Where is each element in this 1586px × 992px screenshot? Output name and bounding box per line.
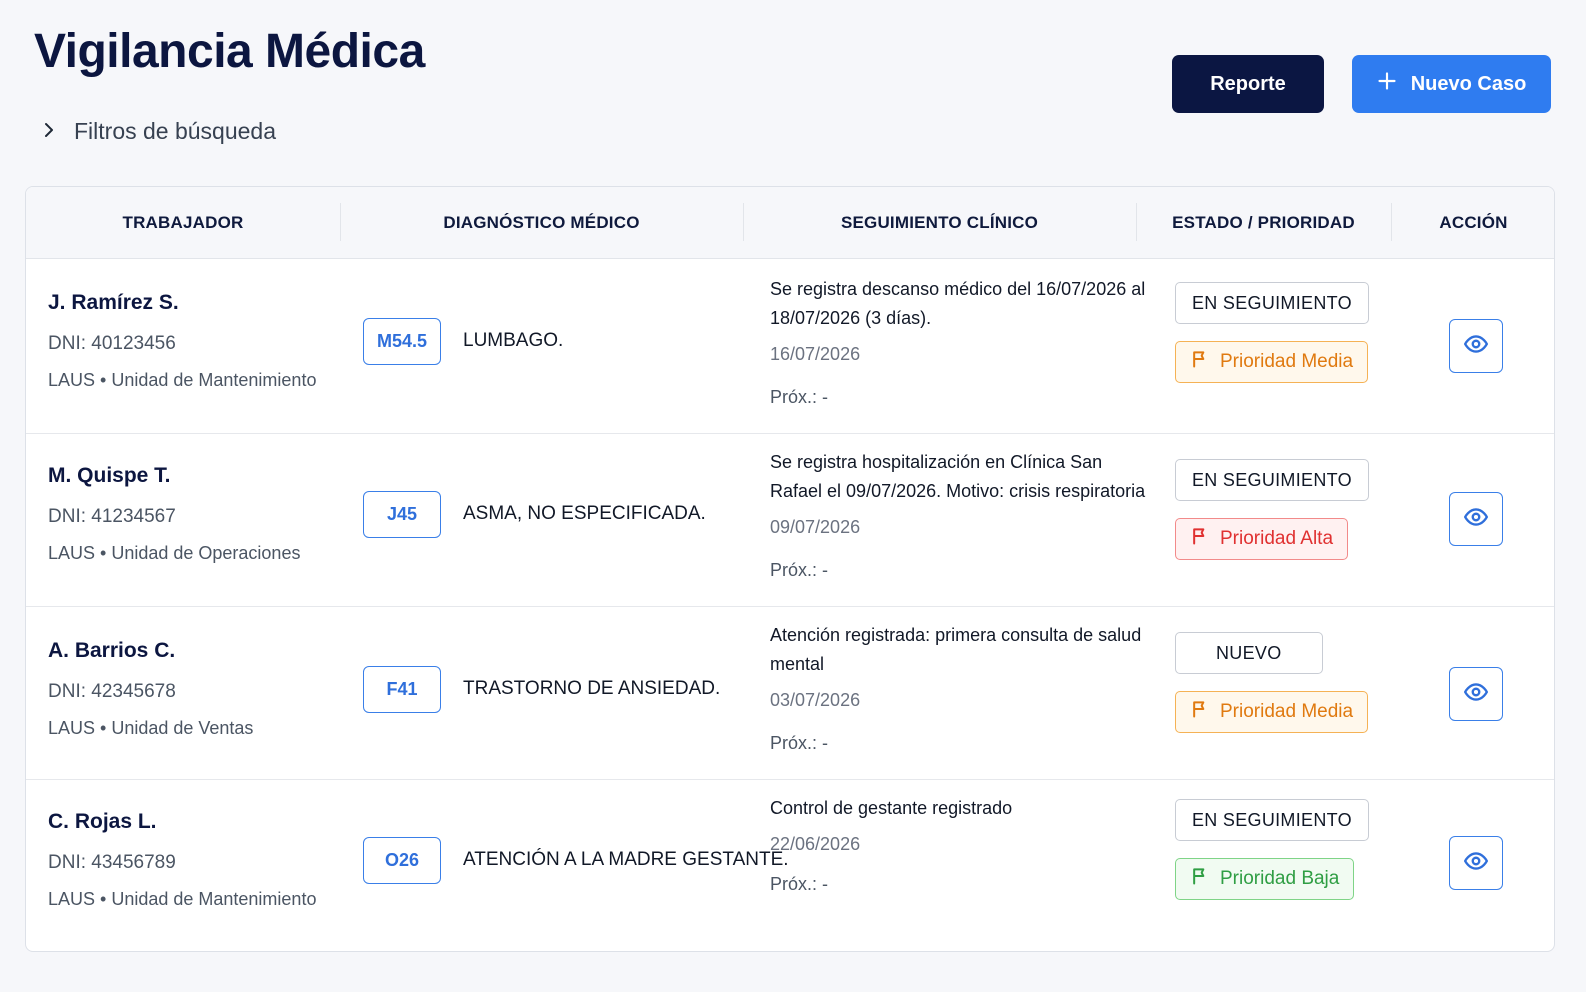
status-badge: EN SEGUIMIENTO: [1175, 459, 1369, 501]
table-header: TRABAJADOR DIAGNÓSTICO MÉDICO SEGUIMIENT…: [26, 187, 1554, 259]
flag-icon: [1190, 526, 1210, 552]
page: Vigilancia Médica Filtros de búsqueda Re…: [0, 0, 1586, 992]
table-row: J. Ramírez S. DNI: 40123456 LAUS • Unida…: [26, 259, 1554, 434]
diagnosis-text: ATENCIÓN A LA MADRE GESTANTE.: [463, 849, 789, 870]
worker-name: C. Rojas L.: [48, 810, 157, 833]
eye-icon: [1463, 679, 1489, 710]
worker-dni: DNI: 43456789: [48, 852, 176, 873]
view-case-button[interactable]: [1449, 667, 1503, 721]
worker-unit: LAUS • Unidad de Ventas: [48, 718, 254, 738]
diagnosis-text: LUMBAGO.: [463, 330, 564, 351]
flag-icon: [1190, 349, 1210, 375]
followup-date: 03/07/2026: [770, 690, 861, 710]
priority-badge: Prioridad Media: [1175, 341, 1369, 383]
eye-icon: [1463, 848, 1489, 879]
worker-name: M. Quispe T.: [48, 464, 171, 487]
status-badge: NUEVO: [1175, 632, 1323, 674]
priority-badge: Prioridad Baja: [1175, 858, 1355, 900]
followup-date: 16/07/2026: [770, 344, 861, 364]
worker-name: A. Barrios C.: [48, 639, 176, 662]
diagnosis-code-badge: O26: [363, 837, 441, 884]
eye-icon: [1463, 331, 1489, 362]
column-header-worker: TRABAJADOR: [122, 213, 244, 232]
diagnosis-code-badge: J45: [363, 491, 441, 538]
diagnosis-code-badge: M54.5: [363, 318, 441, 365]
followup-date: 09/07/2026: [770, 517, 861, 537]
followup-next: Próx.: -: [770, 874, 829, 894]
view-case-button[interactable]: [1449, 319, 1503, 373]
flag-icon: [1190, 699, 1210, 725]
status-badge: EN SEGUIMIENTO: [1175, 282, 1369, 324]
filters-label: Filtros de búsqueda: [74, 118, 277, 144]
cases-table: TRABAJADOR DIAGNÓSTICO MÉDICO SEGUIMIENT…: [25, 186, 1555, 952]
report-button-label: Reporte: [1210, 72, 1286, 95]
column-header-action: ACCIÓN: [1439, 213, 1508, 232]
table-row: A. Barrios C. DNI: 42345678 LAUS • Unida…: [26, 605, 1554, 780]
priority-badge: Prioridad Media: [1175, 691, 1369, 733]
report-button[interactable]: Reporte: [1172, 55, 1324, 113]
worker-name: J. Ramírez S.: [48, 291, 179, 314]
worker-dni: DNI: 40123456: [48, 333, 176, 354]
column-header-followup: SEGUIMIENTO CLÍNICO: [840, 213, 1039, 232]
followup-date: 22/06/2026: [770, 834, 861, 854]
priority-label: Prioridad Alta: [1220, 528, 1334, 549]
followup-text: Atención registrada: primera consulta de…: [770, 625, 1142, 674]
priority-label: Prioridad Baja: [1220, 868, 1340, 889]
followup-text: Control de gestante registrado: [770, 798, 1013, 818]
worker-dni: DNI: 42345678: [48, 681, 176, 702]
table-row: M. Quispe T. DNI: 41234567 LAUS • Unidad…: [26, 432, 1554, 607]
table-row: C. Rojas L. DNI: 43456789 LAUS • Unidad …: [26, 778, 1554, 951]
priority-label: Prioridad Media: [1220, 351, 1354, 372]
worker-unit: LAUS • Unidad de Operaciones: [48, 543, 301, 563]
followup-text: Se registra hospitalización en Clínica S…: [770, 452, 1146, 501]
priority-badge: Prioridad Alta: [1175, 518, 1349, 560]
view-case-button[interactable]: [1449, 492, 1503, 546]
filters-toggle[interactable]: Filtros de búsqueda: [40, 118, 276, 145]
new-case-button-label: Nuevo Caso: [1410, 72, 1527, 95]
priority-label: Prioridad Media: [1220, 701, 1354, 722]
status-badge: EN SEGUIMIENTO: [1175, 799, 1369, 841]
column-header-status: ESTADO / PRIORIDAD: [1172, 213, 1355, 232]
new-case-button[interactable]: Nuevo Caso: [1352, 55, 1551, 113]
followup-next: Próx.: -: [770, 560, 829, 580]
plus-icon: [1377, 71, 1397, 97]
page-title: Vigilancia Médica: [34, 25, 425, 78]
column-header-diagnosis: DIAGNÓSTICO MÉDICO: [443, 213, 640, 232]
diagnosis-text: TRASTORNO DE ANSIEDAD.: [463, 678, 721, 699]
chevron-right-icon: [40, 118, 58, 145]
worker-unit: LAUS • Unidad de Mantenimiento: [48, 370, 317, 390]
diagnosis-text: ASMA, NO ESPECIFICADA.: [463, 503, 706, 524]
worker-dni: DNI: 41234567: [48, 506, 176, 527]
followup-text: Se registra descanso médico del 16/07/20…: [770, 279, 1146, 328]
worker-unit: LAUS • Unidad de Mantenimiento: [48, 889, 317, 909]
eye-icon: [1463, 504, 1489, 535]
flag-icon: [1190, 866, 1210, 892]
diagnosis-code-badge: F41: [363, 666, 441, 713]
followup-next: Próx.: -: [770, 387, 829, 407]
view-case-button[interactable]: [1449, 836, 1503, 890]
followup-next: Próx.: -: [770, 733, 829, 753]
